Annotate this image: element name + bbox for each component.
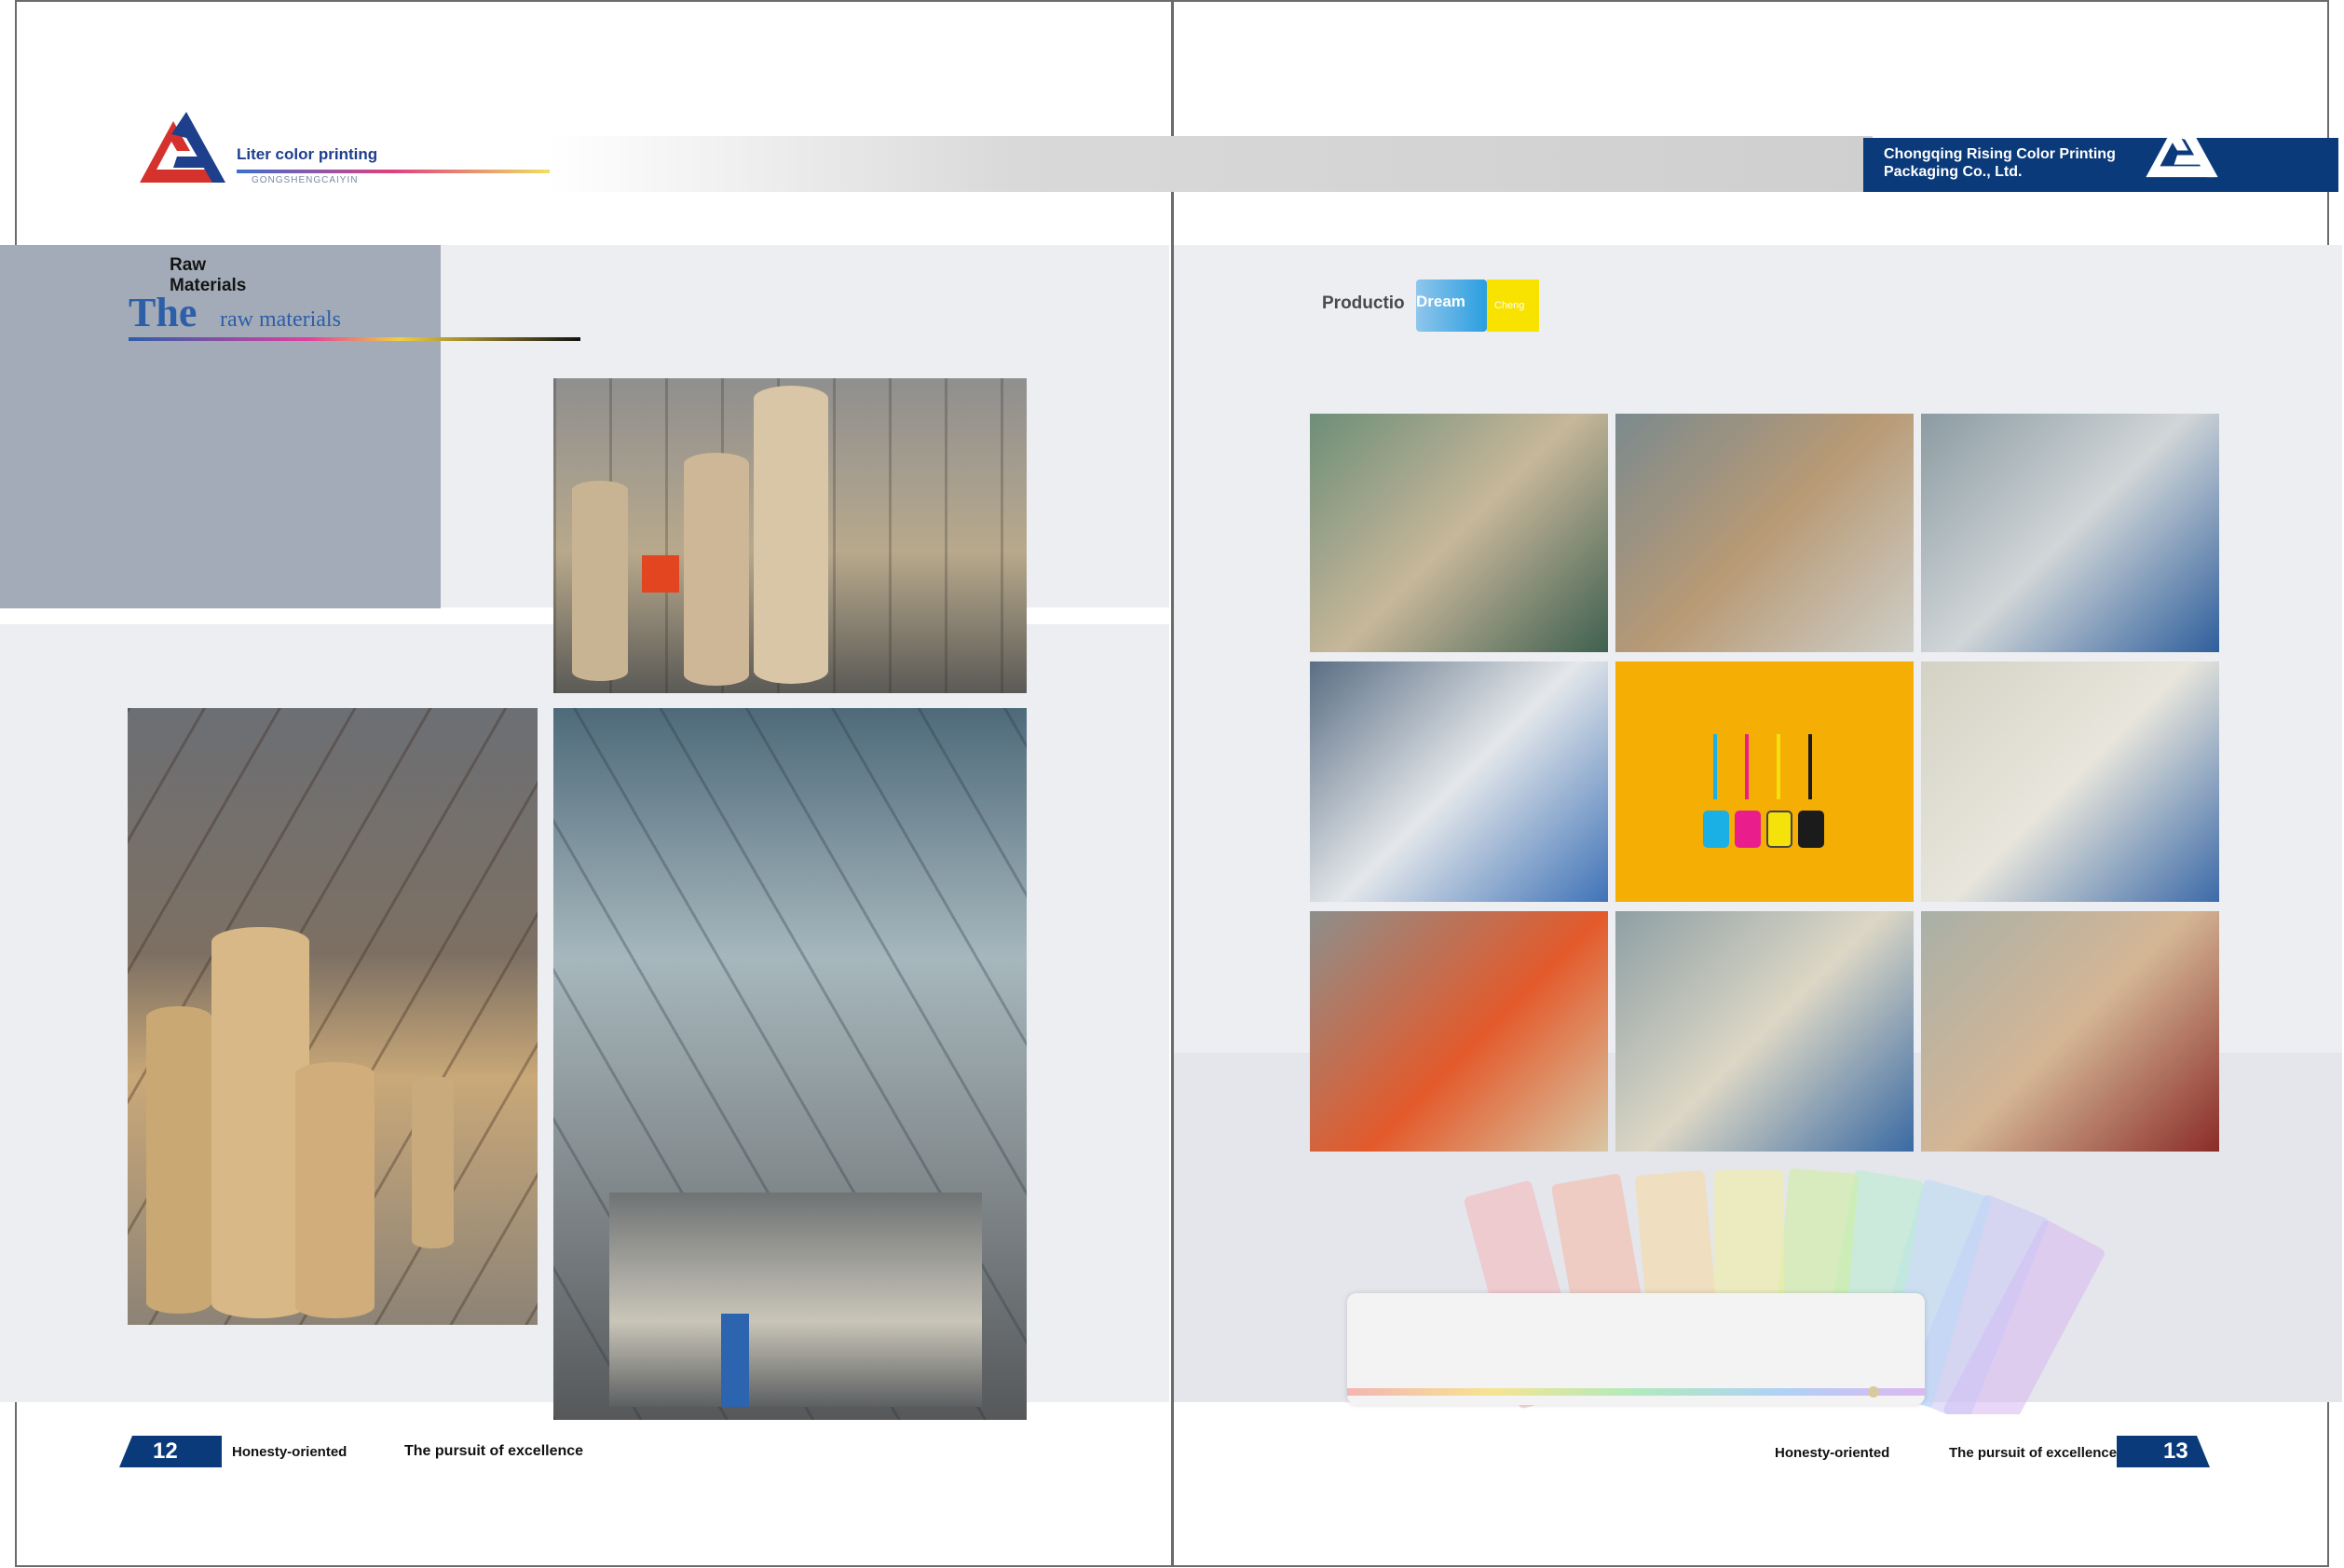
footer-slogan1-left: Honesty-oriented xyxy=(232,1444,348,1460)
footer-slogan1-right: Honesty-oriented xyxy=(1775,1445,1890,1461)
page-number-left: 12 xyxy=(153,1438,178,1464)
photo-machine-operator xyxy=(1921,414,2219,652)
company-logo-icon xyxy=(2143,116,2221,181)
photo-cardboard-stacks xyxy=(1615,414,1914,652)
production-tab-cheng[interactable]: Cheng xyxy=(1487,280,1539,332)
photo-warehouse-rolls xyxy=(128,708,538,1325)
photo-production-line xyxy=(553,708,1027,1420)
color-fan-icon xyxy=(1342,1153,2143,1414)
photo-packing-workers xyxy=(1921,911,2219,1152)
footer-slogan2-left: The pursuit of excellence xyxy=(404,1443,584,1459)
photo-seated-operator xyxy=(1615,911,1914,1152)
photo-control-panel xyxy=(1921,661,2219,902)
photo-paper-rolls-forklift xyxy=(553,378,1027,693)
logo-rule xyxy=(237,170,550,173)
header-gradient-strip xyxy=(550,136,1873,192)
photo-office-workers xyxy=(1310,661,1608,902)
ink-bottles-icon xyxy=(1615,661,1914,902)
section-subtitle: raw materials xyxy=(220,307,341,332)
production-tab-cheng-label: Cheng xyxy=(1494,300,1525,311)
footer-slogan2-right: The pursuit of excellence xyxy=(1949,1445,2118,1461)
production-tab-dream-label: Dream xyxy=(1416,293,1465,310)
photo-worker-with-boxes xyxy=(1310,414,1608,652)
production-label: Productio xyxy=(1322,293,1405,313)
photo-forklift-driver xyxy=(1310,911,1608,1152)
company-name-line1: Chongqing Rising Color Printing xyxy=(1884,146,2116,162)
logo-subtitle: GONGSHENGCAIYIN xyxy=(252,175,359,185)
raw-materials-block xyxy=(0,245,441,608)
section-the: The xyxy=(129,290,198,335)
section-rule xyxy=(129,337,580,341)
company-logo-icon xyxy=(136,112,229,184)
section-title-line1: Raw xyxy=(170,255,207,275)
logo-name: Liter color printing xyxy=(237,145,378,163)
production-tab-dream[interactable]: Dream xyxy=(1416,280,1487,332)
page-number-right: 13 xyxy=(2163,1438,2188,1464)
company-name-line2: Packaging Co., Ltd. xyxy=(1884,164,2023,180)
